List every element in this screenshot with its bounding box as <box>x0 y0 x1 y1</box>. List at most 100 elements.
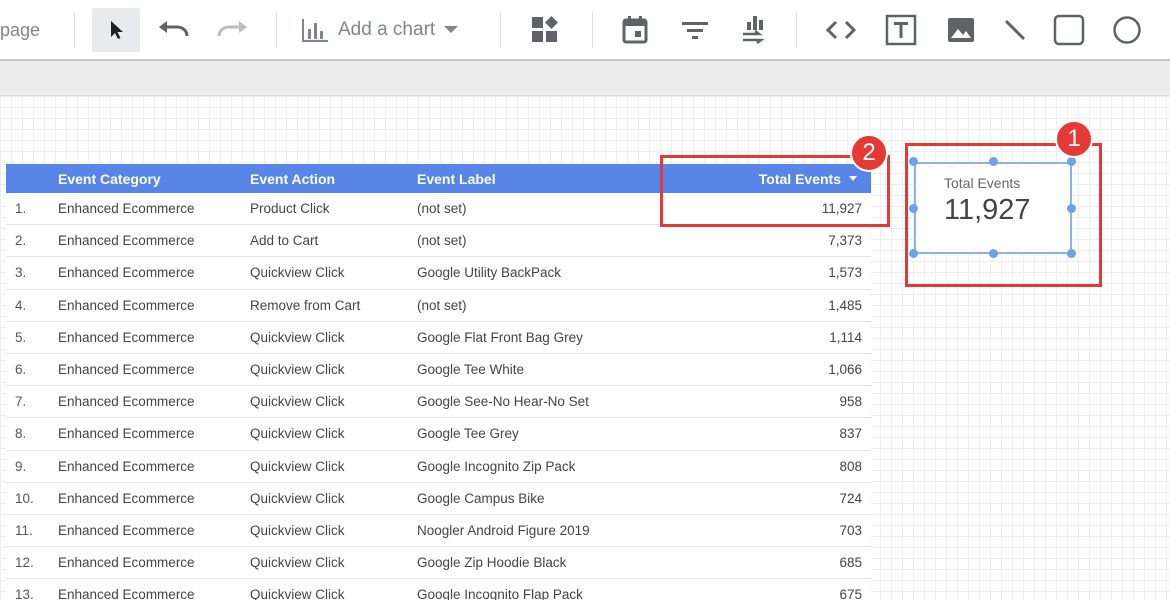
cell-event-category: Enhanced Ecommerce <box>58 458 195 474</box>
cell-event-category: Enhanced Ecommerce <box>58 361 195 377</box>
header-event-action[interactable]: Event Action <box>250 171 335 187</box>
cell-event-category: Enhanced Ecommerce <box>58 555 195 571</box>
embed-code-button[interactable] <box>818 8 864 52</box>
image-icon <box>948 18 974 42</box>
text-box-button[interactable] <box>878 8 924 52</box>
code-brackets-icon <box>825 20 857 40</box>
select-tool-button[interactable] <box>92 8 140 52</box>
cell-total-events: 1,066 <box>828 361 862 377</box>
cell-total-events: 1,114 <box>829 329 862 345</box>
cell-total-events: 1,485 <box>828 297 862 313</box>
cell-total-events: 724 <box>839 490 862 506</box>
undo-button[interactable] <box>150 8 196 52</box>
cell-event-category: Enhanced Ecommerce <box>58 522 195 538</box>
table-body: 1. Enhanced Ecommerce Product Click (not se… <box>6 193 871 600</box>
text-box-icon <box>885 14 917 46</box>
cell-event-label: Noogler Android Figure 2019 <box>417 522 590 538</box>
chevron-down-icon <box>444 26 459 33</box>
add-control-button[interactable] <box>522 8 568 52</box>
row-number: 4. <box>15 297 27 313</box>
highlight-box-scorecard <box>905 143 1102 287</box>
cell-event-action: Quickview Click <box>250 522 345 538</box>
cell-event-category: Enhanced Ecommerce <box>58 490 195 506</box>
cell-total-events: 7,373 <box>828 233 862 249</box>
row-number: 11. <box>15 522 33 538</box>
cell-event-action: Quickview Click <box>250 426 345 442</box>
cell-event-action: Quickview Click <box>250 361 345 377</box>
table-row[interactable]: 6. Enhanced Ecommerce Quickview Click Googl… <box>6 353 871 387</box>
row-number: 13. <box>15 587 34 600</box>
rectangle-button[interactable] <box>1046 8 1092 52</box>
table-row[interactable]: 3. Enhanced Ecommerce Quickview Click Googl… <box>6 257 871 290</box>
toolbar-divider <box>500 12 501 48</box>
cell-event-action: Add to Cart <box>250 233 319 249</box>
rectangle-icon <box>1053 14 1085 46</box>
cell-event-label: Google Incognito Flap Pack <box>417 587 583 600</box>
cell-event-label: Google Zip Hoodie Black <box>417 555 567 571</box>
cell-event-action: Quickview Click <box>250 458 345 474</box>
image-button[interactable] <box>938 8 984 52</box>
row-number: 2. <box>15 233 27 249</box>
header-event-category[interactable]: Event Category <box>58 171 161 187</box>
circle-button[interactable] <box>1104 8 1150 52</box>
add-chart-dropdown[interactable]: Add a chart <box>300 8 480 52</box>
step-badge-1: 1 <box>1055 120 1093 158</box>
date-range-button[interactable] <box>612 8 658 52</box>
cell-event-label: (not set) <box>417 233 467 249</box>
redo-button[interactable] <box>210 8 256 52</box>
row-number: 6. <box>15 361 27 377</box>
cell-event-action: Quickview Click <box>250 394 345 410</box>
cell-total-events: 808 <box>839 458 862 474</box>
step-badge-2: 2 <box>850 134 888 172</box>
cell-event-label: Google Utility BackPack <box>417 265 562 281</box>
table-row[interactable]: 13. Enhanced Ecommerce Quickview Click Goog… <box>6 579 871 600</box>
line-icon <box>1004 19 1026 41</box>
cell-event-label: Google Tee White <box>417 361 525 377</box>
cell-event-category: Enhanced Ecommerce <box>58 297 195 313</box>
cell-event-label: Google See-No Hear-No Set <box>417 394 589 410</box>
header-event-label[interactable]: Event Label <box>417 171 496 187</box>
cell-event-action: Quickview Click <box>250 265 345 281</box>
cell-total-events: 837 <box>839 426 862 442</box>
cell-total-events: 958 <box>839 394 862 410</box>
cell-event-label: (not set) <box>417 201 467 216</box>
row-number: 12. <box>15 555 34 571</box>
cell-event-action: Quickview Click <box>250 490 345 506</box>
filter-control-button[interactable] <box>672 8 718 52</box>
controls-shapes-icon <box>532 16 558 42</box>
cell-event-action: Quickview Click <box>250 329 345 345</box>
bar-chart-icon <box>302 19 328 42</box>
cursor-arrow-icon <box>111 21 123 39</box>
cell-event-label: (not set) <box>417 297 467 313</box>
table-row[interactable]: 12. Enhanced Ecommerce Quickview Click Goog… <box>6 547 871 580</box>
row-number: 3. <box>15 265 27 281</box>
cell-event-category: Enhanced Ecommerce <box>58 587 195 600</box>
data-swap-icon <box>743 16 765 44</box>
cell-event-category: Enhanced Ecommerce <box>58 426 195 442</box>
cell-event-label: Google Flat Front Bag Grey <box>417 329 583 345</box>
row-number: 5. <box>15 329 27 345</box>
cell-event-label: Google Incognito Zip Pack <box>417 458 576 474</box>
table-row[interactable]: 4. Enhanced Ecommerce Remove from Cart (not… <box>6 289 871 322</box>
row-number: 1. <box>15 201 27 216</box>
table-row[interactable]: 9. Enhanced Ecommerce Quickview Click Googl… <box>6 450 871 483</box>
events-table[interactable]: Event Category Event Action Event Label … <box>6 164 871 600</box>
cell-total-events: 675 <box>839 587 862 600</box>
cell-total-events: 685 <box>839 555 862 571</box>
page-menu[interactable]: page <box>0 8 60 52</box>
line-button[interactable] <box>992 8 1038 52</box>
table-row[interactable]: 7. Enhanced Ecommerce Quickview Click Googl… <box>6 386 871 419</box>
calendar-icon <box>622 16 648 44</box>
data-control-button[interactable] <box>730 8 776 52</box>
table-row[interactable]: 8. Enhanced Ecommerce Quickview Click Googl… <box>6 418 871 451</box>
table-row[interactable]: 10. Enhanced Ecommerce Quickview Click Goog… <box>6 482 871 515</box>
canvas-ruler-strip <box>0 61 1170 96</box>
toolbar-divider <box>74 12 75 48</box>
cell-event-action: Product Click <box>250 201 330 216</box>
toolbar: page Add a chart <box>0 0 1170 61</box>
cell-event-category: Enhanced Ecommerce <box>58 233 195 249</box>
table-row[interactable]: 11. Enhanced Ecommerce Quickview Click Noog… <box>6 514 871 548</box>
table-row[interactable]: 2. Enhanced Ecommerce Add to Cart (not set)… <box>6 225 871 258</box>
row-number: 9. <box>15 458 27 474</box>
table-row[interactable]: 5. Enhanced Ecommerce Quickview Click Googl… <box>6 321 871 354</box>
